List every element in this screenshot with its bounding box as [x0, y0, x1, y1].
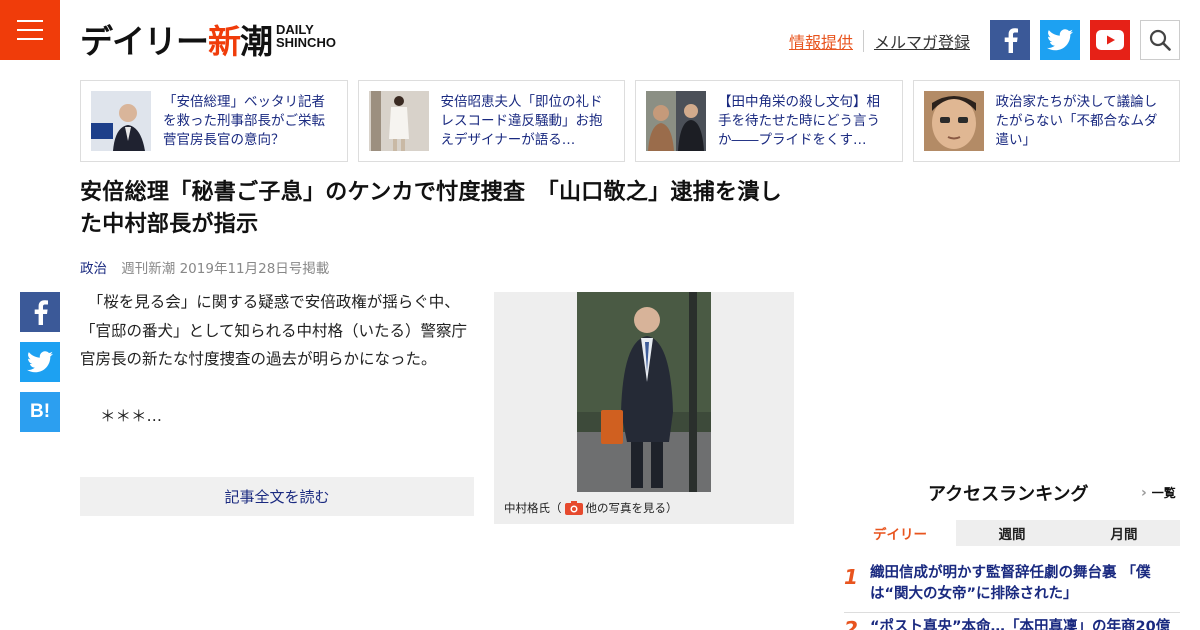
hamburger-menu-icon[interactable] [0, 0, 60, 60]
hatena-bookmark-icon[interactable]: B! [20, 392, 60, 432]
camera-icon [564, 501, 583, 515]
ranking-item-title: 織田信成が明かす監督辞任劇の舞台裏 「僕は“関大の女帝”に排除された」 [870, 565, 1151, 602]
category-link[interactable]: 政治 [80, 261, 107, 277]
divider [862, 30, 864, 52]
article-source: 週刊新潮 2019年11月28日号掲載 [121, 261, 330, 277]
facebook-icon[interactable] [990, 20, 1030, 60]
related-card[interactable]: 政治家たちが決して議論したがらない「不都合なムダ遣い」 [912, 80, 1180, 162]
article-photo-box: 中村格氏（ 他の写真を見る） [494, 292, 794, 524]
tab-daily[interactable]: デイリー [844, 520, 956, 546]
related-card[interactable]: 安倍昭恵夫人「即位の礼ドレスコード違反騒動」お抱えデザイナーが語る… [357, 80, 625, 162]
thumbnail-image [923, 91, 984, 151]
related-card-title: 「安倍総理」ベッタリ記者を救った刑事部長がご栄転 菅官房長官の意向？ [163, 93, 337, 148]
twitter-icon[interactable] [1040, 20, 1080, 60]
article-lead: 「桜を見る会」に関する疑惑で安倍政権が揺らぐ中、「官邸の番犬」として知られる中村… [80, 293, 468, 368]
logo-text: デイリー [80, 22, 209, 61]
ranking-item[interactable]: 1 織田信成が明かす監督辞任劇の舞台裏 「僕は“関大の女帝”に排除された」 [844, 563, 1180, 613]
search-icon[interactable] [1140, 20, 1180, 60]
chevron-right-icon: › [1141, 484, 1147, 501]
thumbnail-image [368, 91, 429, 151]
caption-name: 中村格氏（ [504, 501, 562, 515]
ranking-list-link[interactable]: › 一覧 [1141, 484, 1176, 501]
rank-number: 2 [844, 617, 858, 630]
ranking-item-title: “ポスト真央”本命…「本田真凜」の年商20億円 [870, 619, 1171, 630]
related-card-title: 安倍昭恵夫人「即位の礼ドレスコード違反騒動」お抱えデザイナーが語る… [440, 93, 603, 148]
article-photo[interactable] [577, 292, 711, 492]
ranking-list-label: 一覧 [1151, 486, 1176, 500]
logo-en-line2: SHINCHO [276, 35, 336, 50]
ranking-tabs: デイリー 週間 月間 [844, 520, 1180, 546]
article-title: 安倍総理「秘書ご子息」のケンカで忖度捜査 「山口敬之」逮捕を潰した中村部長が指示 [80, 180, 782, 237]
rank-number: 1 [844, 565, 858, 589]
article-truncation: ＊＊＊… [100, 406, 163, 425]
related-card[interactable]: 「安倍総理」ベッタリ記者を救った刑事部長がご栄転 菅官房長官の意向？ [80, 80, 348, 162]
facebook-share-icon[interactable] [20, 292, 60, 332]
tab-weekly[interactable]: 週間 [956, 520, 1068, 546]
thumbnail-image [646, 91, 706, 151]
twitter-share-icon[interactable] [20, 342, 60, 382]
related-card[interactable]: 【田中角栄の殺し文句】相手を待たせた時にどう言うか――プライドをくす… [635, 80, 903, 162]
logo-text-end: 潮 [240, 22, 273, 61]
more-photos-link[interactable]: 他の写真を見る） [586, 500, 678, 516]
article-meta: 政治 週刊新潮 2019年11月28日号掲載 [80, 257, 329, 277]
ranking-title: アクセスランキング [928, 484, 1089, 505]
newsletter-link[interactable]: メルマガ登録 [874, 29, 970, 53]
tab-monthly[interactable]: 月間 [1068, 520, 1180, 546]
ranking-item[interactable]: 2 “ポスト真央”本命…「本田真凜」の年商20億円 [844, 617, 1180, 630]
thumbnail-image [91, 91, 151, 151]
header-links: 情報提供 メルマガ登録 [789, 29, 970, 53]
related-card-title: 政治家たちが決して議論したがらない「不都合なムダ遣い」 [995, 93, 1158, 148]
tip-link[interactable]: 情報提供 [789, 29, 853, 53]
related-articles: 「安倍総理」ベッタリ記者を救った刑事部長がご栄転 菅官房長官の意向？ 安倍昭恵夫… [80, 80, 1180, 162]
photo-caption: 中村格氏（ 他の写真を見る） [504, 500, 678, 516]
site-logo[interactable]: デイリー新潮 DAILY SHINCHO [80, 18, 336, 62]
article-body: 「桜を見る会」に関する疑惑で安倍政権が揺らぐ中、「官邸の番犬」として知られる中村… [80, 288, 476, 430]
related-card-title: 【田中角栄の殺し文句】相手を待たせた時にどう言うか――プライドをくす… [718, 93, 880, 148]
youtube-icon[interactable] [1090, 20, 1130, 60]
read-full-article-button[interactable]: 記事全文を読む [80, 477, 474, 516]
logo-text-accent: 新 [208, 22, 241, 61]
